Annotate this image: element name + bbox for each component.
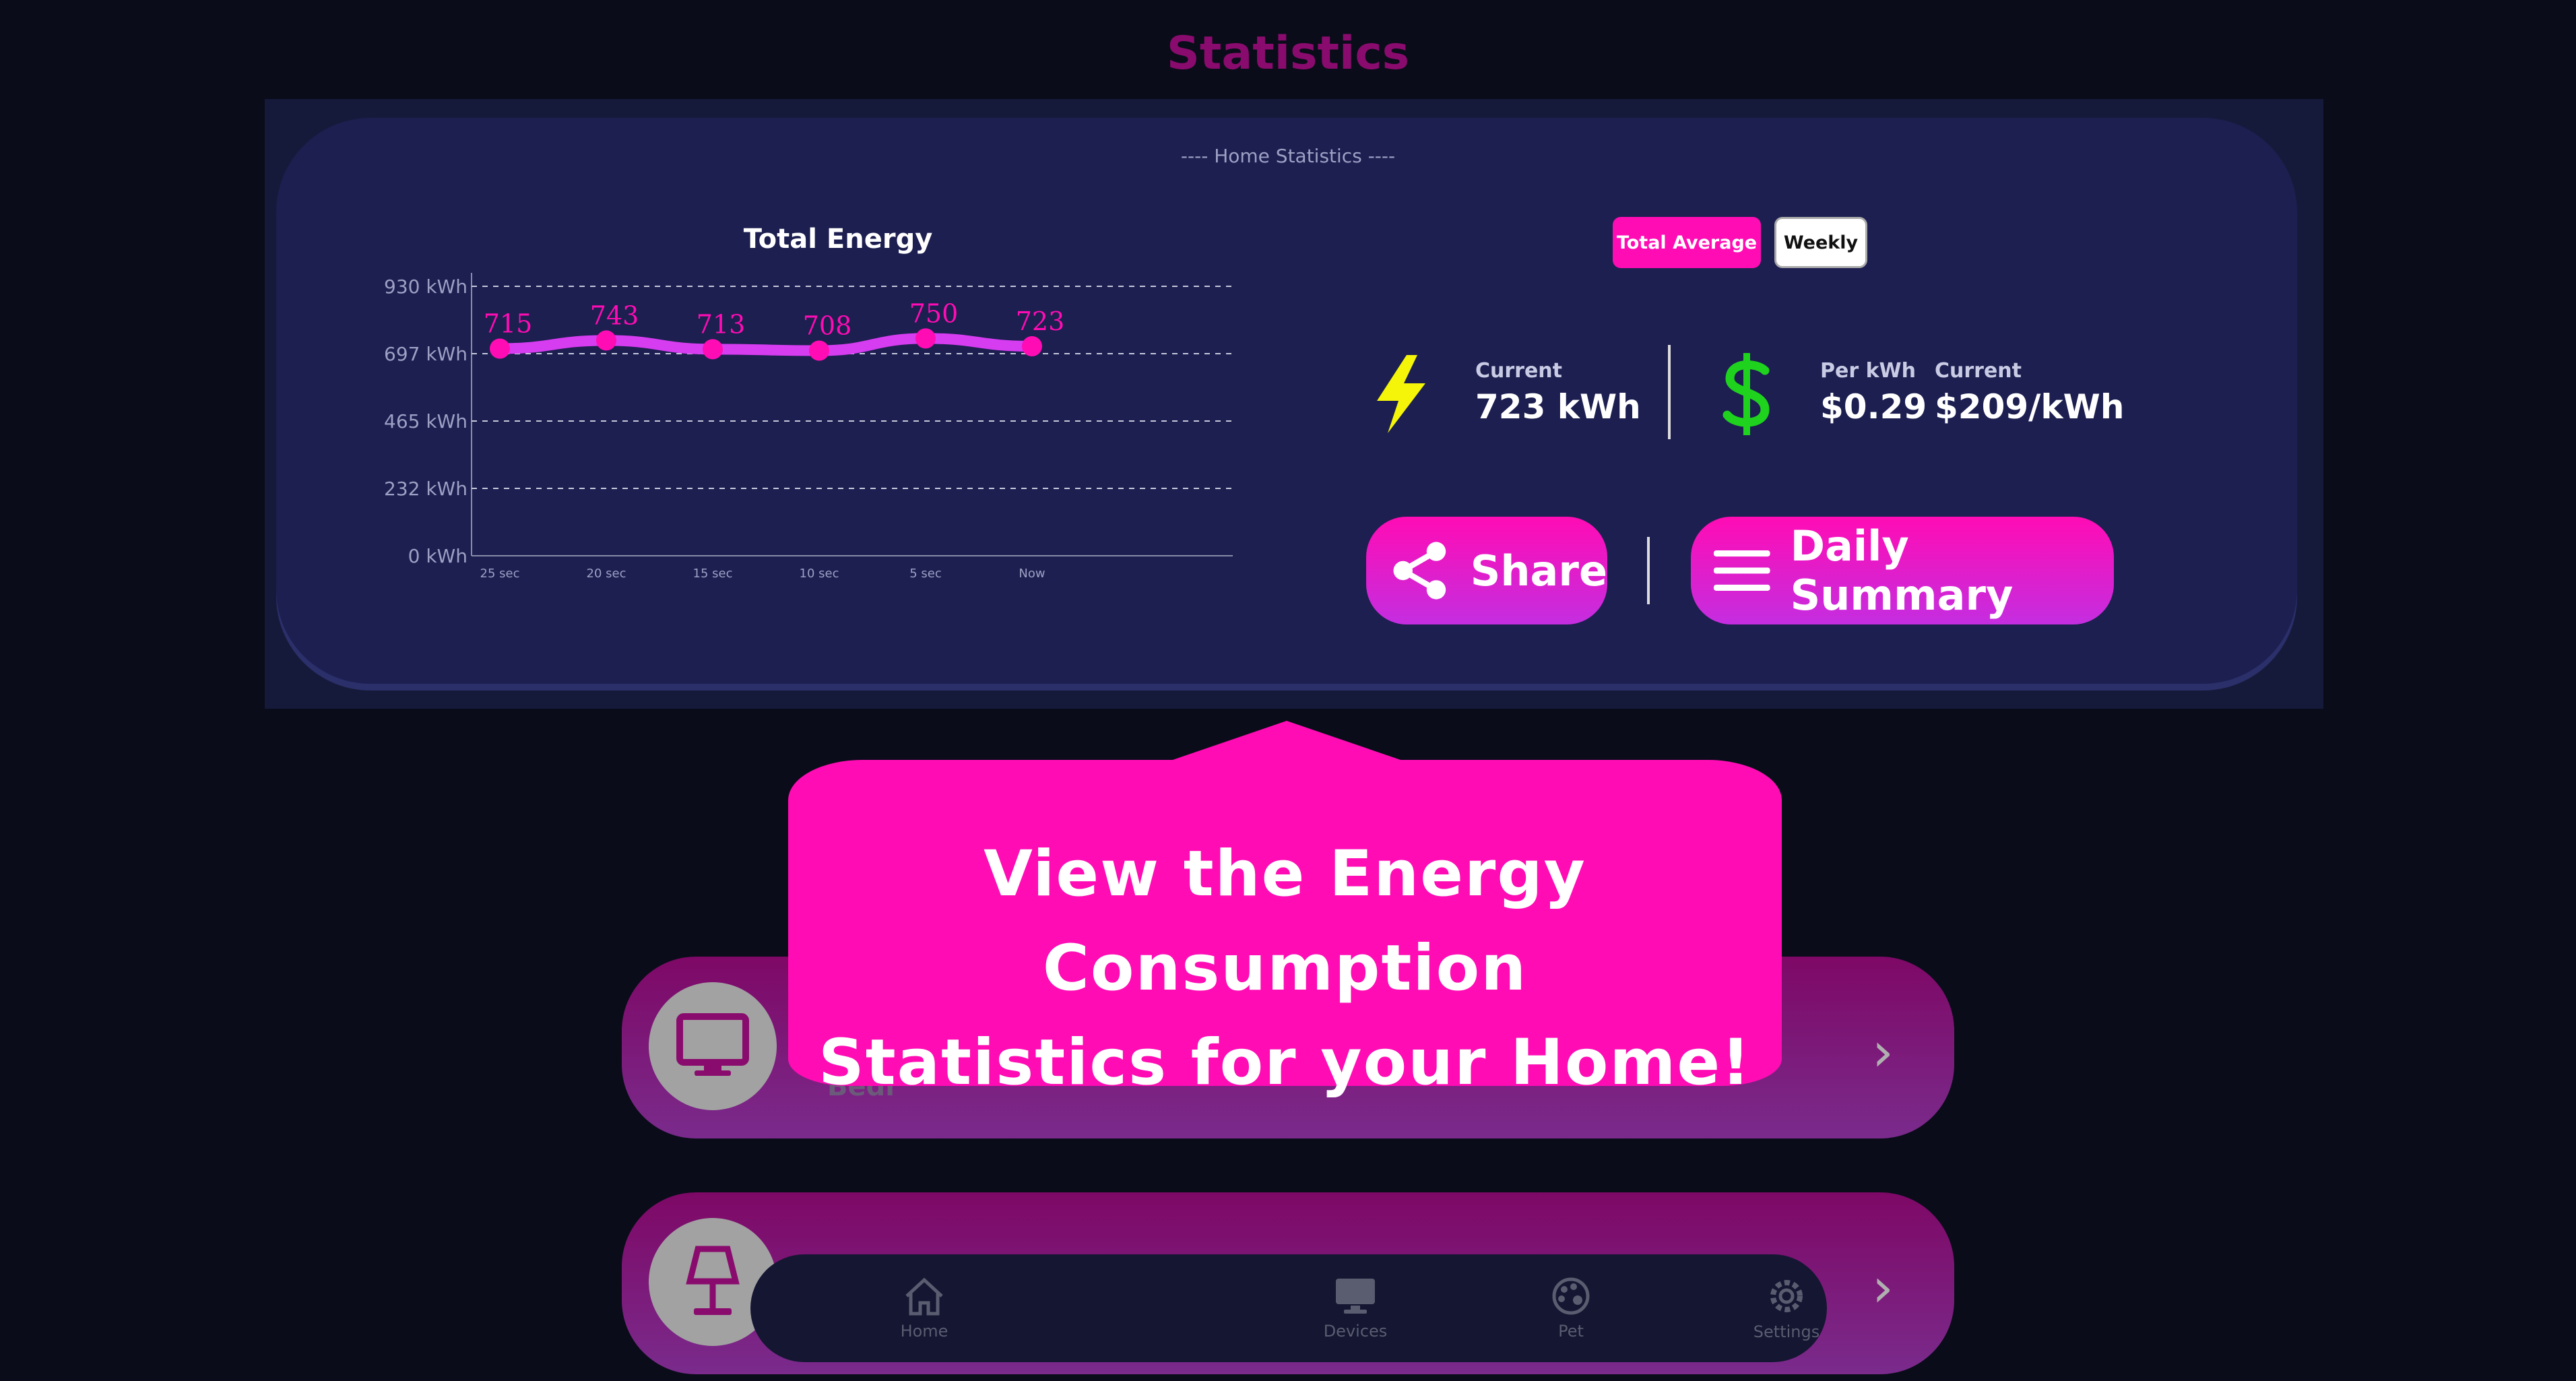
y-tick-label: 697 kWh — [384, 343, 468, 365]
y-tick-label: 0 kWh — [408, 545, 468, 567]
dollar-icon — [1722, 353, 1770, 435]
x-tick-label: 25 sec — [480, 567, 520, 581]
x-tick-label: 5 sec — [909, 567, 942, 581]
tooltip-text: View the Energy Consumption Statistics f… — [788, 827, 1782, 1110]
toggle-total-average[interactable]: Total Average — [1613, 217, 1761, 268]
chevron-right-icon[interactable]: › — [1872, 1021, 1894, 1083]
y-tick-label: 465 kWh — [384, 410, 468, 432]
per-kwh-label: Per kWh — [1820, 359, 1916, 383]
data-point — [1022, 336, 1042, 357]
nav-label-devices: Devices — [1323, 1322, 1388, 1341]
x-tick-label: 20 sec — [587, 567, 626, 581]
chart-title: Total Energy — [743, 224, 933, 255]
data-label: 708 — [803, 311, 852, 340]
toggle-weekly[interactable]: Weekly — [1774, 217, 1867, 268]
nav-label-home: Home — [900, 1322, 948, 1341]
energy-value: 723 kWh — [1475, 387, 1641, 426]
share-label: Share — [1470, 546, 1607, 596]
data-point — [703, 339, 723, 360]
nav-label-pet: Pet — [1558, 1322, 1584, 1341]
data-label: 713 — [697, 309, 746, 339]
x-tick-label: 15 sec — [693, 567, 733, 581]
bottom-nav: Home Devices Pet Settings — [750, 1254, 1827, 1362]
data-label: 743 — [590, 300, 639, 330]
x-tick-label: Now — [1019, 567, 1045, 581]
energy-chart: 930 kWh 697 kWh 465 kWh 232 kWh 0 kWh 25 sec 2… — [384, 273, 1233, 581]
section-label: ---- Home Statistics ---- — [1180, 145, 1396, 167]
nav-label-settings: Settings — [1753, 1322, 1820, 1341]
x-tick-label: 10 sec — [800, 567, 839, 581]
monitor-icon — [676, 1013, 749, 1076]
menu-icon — [1714, 550, 1770, 591]
button-divider — [1647, 537, 1650, 604]
y-tick-label: 232 kWh — [384, 478, 468, 500]
data-point — [490, 338, 510, 359]
cost-current-value: $209/kWh — [1935, 387, 2125, 426]
nav-item-settings[interactable]: Settings — [1719, 1254, 1854, 1362]
energy-label: Current — [1475, 359, 1563, 383]
devices-icon — [1336, 1279, 1375, 1314]
data-label: 750 — [909, 298, 959, 328]
data-label: 723 — [1016, 307, 1065, 336]
device-avatar — [649, 982, 777, 1110]
nav-item-home[interactable]: Home — [857, 1254, 992, 1362]
chevron-right-icon[interactable]: › — [1872, 1256, 1894, 1319]
tooltip-line-2: Statistics for your Home! — [818, 1026, 1751, 1099]
daily-summary-button[interactable]: Daily Summary — [1691, 517, 2114, 624]
tooltip-line-1: View the Energy Consumption — [984, 837, 1586, 1005]
share-button[interactable]: Share — [1366, 517, 1607, 624]
bolt-icon — [1377, 355, 1425, 433]
per-kwh-value: $0.29 — [1820, 387, 1927, 426]
settings-icon — [1770, 1280, 1803, 1312]
share-icon — [1393, 542, 1446, 600]
home-icon — [905, 1277, 943, 1316]
lamp-icon — [686, 1246, 740, 1315]
y-tick-label: 930 kWh — [384, 276, 468, 298]
nav-item-devices[interactable]: Devices — [1288, 1254, 1423, 1362]
data-label: 715 — [484, 309, 533, 338]
data-point — [915, 328, 936, 349]
data-point — [809, 340, 829, 361]
pet-icon — [1552, 1277, 1590, 1315]
tooltip-arrow — [1169, 721, 1405, 761]
stat-divider — [1668, 345, 1671, 439]
daily-summary-label: Daily Summary — [1790, 521, 2014, 620]
page-title: Statistics — [1166, 27, 1410, 80]
cost-current-label: Current — [1935, 359, 2022, 383]
nav-item-pet[interactable]: Pet — [1504, 1254, 1638, 1362]
data-point — [596, 330, 616, 351]
series-line — [494, 333, 1037, 356]
